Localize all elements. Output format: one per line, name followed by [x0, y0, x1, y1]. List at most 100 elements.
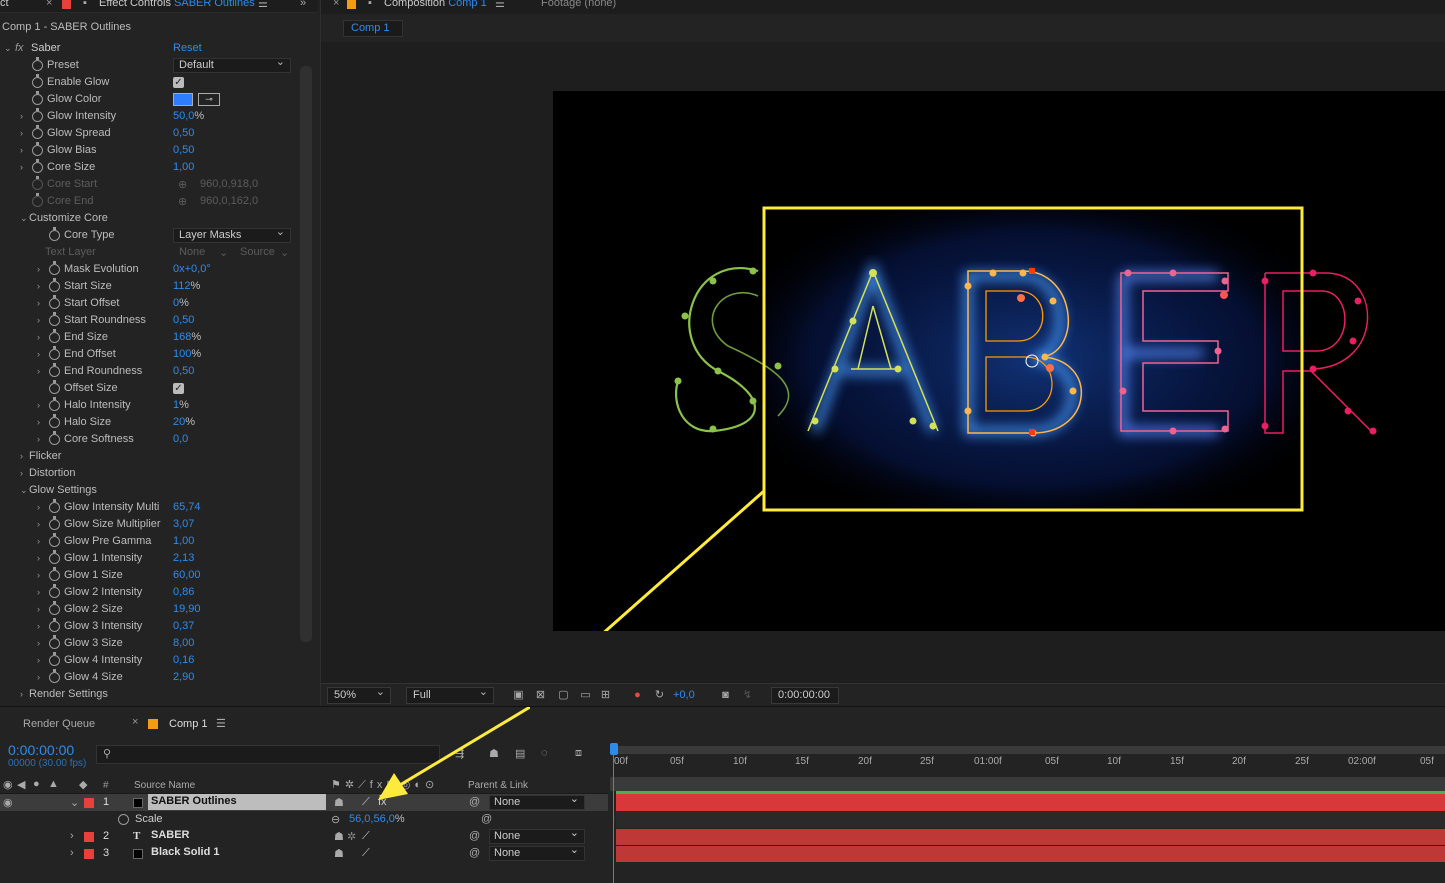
expand-arrow-icon[interactable]: ›	[37, 587, 45, 597]
comp-breadcrumb[interactable]: Comp 1	[343, 20, 403, 37]
prop-value[interactable]: 1,00	[173, 161, 194, 173]
close-icon[interactable]: ×	[333, 0, 339, 9]
stopwatch-icon[interactable]	[32, 108, 43, 122]
layer-label-color[interactable]	[84, 798, 94, 808]
chevron-right-icon[interactable]: ›	[70, 830, 74, 842]
render-queue-tab[interactable]: Render Queue	[23, 718, 95, 730]
stopwatch-icon[interactable]	[49, 261, 60, 275]
prop-value[interactable]: 8,00	[173, 637, 194, 649]
expand-arrow-icon[interactable]: ›	[37, 417, 45, 427]
expand-arrow-icon[interactable]: ›	[37, 672, 45, 682]
pickwhip-icon[interactable]: @	[469, 847, 480, 859]
region-of-interest-icon[interactable]: ▭	[579, 689, 592, 702]
transparency-grid-icon[interactable]: ⊠	[534, 689, 547, 702]
stopwatch-icon[interactable]	[49, 329, 60, 343]
composition-canvas[interactable]: SABER	[553, 91, 1445, 631]
expand-arrow-icon[interactable]: ›	[37, 655, 45, 665]
layer-label-color[interactable]	[84, 832, 94, 842]
layer-name[interactable]: SABER	[148, 828, 326, 844]
stopwatch-icon[interactable]	[49, 431, 60, 445]
expand-arrow-icon[interactable]: ›	[20, 468, 28, 478]
group-glow-settings[interactable]: ⌄ Glow Settings	[0, 482, 298, 499]
prop-value[interactable]: 2,13	[173, 552, 194, 564]
prop-value[interactable]: 2,90	[173, 671, 194, 683]
expand-arrow-icon[interactable]: ›	[37, 298, 45, 308]
chevron-down-icon[interactable]: ⌄	[70, 796, 79, 809]
prop-value[interactable]: 50,0	[173, 110, 194, 122]
glow-color-swatch[interactable]	[173, 93, 193, 106]
parent-dropdown[interactable]: None	[489, 844, 585, 861]
exposure-value[interactable]: +0,0	[673, 689, 695, 701]
close-icon[interactable]: ×	[46, 0, 52, 9]
stopwatch-icon[interactable]	[49, 516, 60, 530]
label-tag-icon[interactable]: ◆	[79, 778, 87, 791]
layer-row[interactable]: › 3 Black Solid 1 ☗ ⟋ @ None	[0, 844, 608, 862]
stopwatch-icon[interactable]	[49, 278, 60, 292]
prop-value[interactable]: 100	[173, 348, 191, 360]
prev-tab-fragment[interactable]: ct	[0, 0, 9, 9]
prop-value[interactable]: 0,0	[173, 433, 188, 445]
stopwatch-icon[interactable]	[49, 312, 60, 326]
expand-arrow-icon[interactable]: ›	[20, 111, 28, 121]
playhead[interactable]	[610, 743, 618, 883]
stopwatch-icon[interactable]	[49, 584, 60, 598]
prop-value[interactable]: 20	[173, 416, 185, 428]
stopwatch-icon[interactable]	[49, 669, 60, 683]
layer-row[interactable]: › 2 T SABER ☗ ✲ ⟋ @ None	[0, 827, 608, 845]
enable-glow-checkbox[interactable]: ✓	[173, 77, 184, 88]
expand-arrow-icon[interactable]: ›	[37, 400, 45, 410]
fx-icon[interactable]: fx	[15, 42, 24, 54]
expand-arrow-icon[interactable]: ›	[20, 162, 28, 172]
layer-bar-1[interactable]	[616, 794, 1445, 811]
prop-value[interactable]: 19,90	[173, 603, 201, 615]
guides-icon[interactable]: ⊞	[599, 689, 612, 702]
reset-link[interactable]: Reset	[173, 42, 202, 54]
link-icon[interactable]: ⊖	[331, 813, 340, 826]
quality-switch-icon[interactable]: ⟋	[362, 830, 370, 843]
layer-bar-2[interactable]	[616, 829, 1445, 845]
stopwatch-icon[interactable]	[32, 57, 43, 71]
fast-preview-icon[interactable]: ▣	[512, 689, 525, 702]
expand-arrow-icon[interactable]: ›	[37, 366, 45, 376]
lock-icon[interactable]: ▪	[368, 0, 372, 9]
expand-arrow-icon[interactable]: ›	[20, 128, 28, 138]
expand-arrow-icon[interactable]: ›	[20, 145, 28, 155]
shy-switch-icon[interactable]: ☗	[334, 847, 344, 860]
shy-switch-icon[interactable]: ☗	[334, 796, 344, 809]
prop-value[interactable]: 0x+0,0°	[173, 263, 211, 275]
expand-arrow-icon[interactable]: ›	[37, 349, 45, 359]
footage-tab[interactable]: Footage (none)	[541, 0, 616, 9]
motion-blur-icon[interactable]: ◌	[541, 747, 548, 759]
stopwatch-icon[interactable]	[49, 414, 60, 428]
prop-value[interactable]: 0,16	[173, 654, 194, 666]
stopwatch-icon[interactable]	[49, 601, 60, 615]
stopwatch-icon[interactable]	[49, 346, 60, 360]
group-customize-core[interactable]: ⌄ Customize Core	[0, 210, 298, 227]
prop-value[interactable]: 3,07	[173, 518, 194, 530]
stopwatch-icon[interactable]	[49, 397, 60, 411]
eyedropper-icon[interactable]: ⊸	[198, 93, 220, 106]
prop-value[interactable]: 60,00	[173, 569, 201, 581]
prop-value[interactable]: 0,37	[173, 620, 194, 632]
stopwatch-icon[interactable]	[49, 533, 60, 547]
resolution-dropdown[interactable]: Full	[406, 685, 494, 704]
prop-value[interactable]: 0,86	[173, 586, 194, 598]
stopwatch-icon[interactable]	[49, 295, 60, 309]
expand-panels-icon[interactable]: »	[300, 0, 306, 9]
stopwatch-icon[interactable]	[49, 227, 60, 241]
stopwatch-icon[interactable]	[49, 635, 60, 649]
effect-header-saber[interactable]: ⌄ fx Saber Reset	[0, 40, 298, 57]
group-render-settings[interactable]: › Render Settings	[0, 686, 298, 703]
expand-arrow-icon[interactable]: ›	[20, 689, 28, 699]
prop-value[interactable]: 0,50	[173, 365, 194, 377]
channels-icon[interactable]: ●	[631, 689, 644, 702]
offset-size-checkbox[interactable]: ✓	[173, 383, 184, 394]
mask-visibility-icon[interactable]: ▢	[557, 689, 570, 702]
shy-switch-icon[interactable]: ☗	[334, 830, 344, 843]
work-area-bar[interactable]	[610, 746, 1445, 754]
stopwatch-icon[interactable]	[32, 142, 43, 156]
expand-arrow-icon[interactable]: ›	[37, 519, 45, 529]
layer-name[interactable]: SABER Outlines	[148, 794, 326, 810]
stopwatch-icon[interactable]	[49, 380, 60, 394]
snapshot-icon[interactable]: ◙	[719, 689, 732, 702]
